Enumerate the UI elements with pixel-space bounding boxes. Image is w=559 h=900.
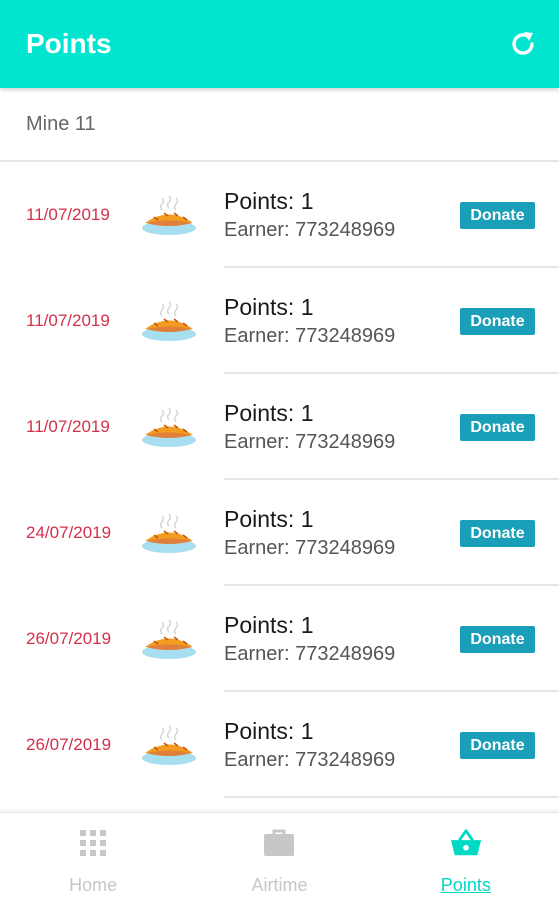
points-list-item: 26/07/2019 Points: 1 Earner: 773248969 D… — [0, 692, 559, 798]
pie-icon — [142, 195, 196, 235]
refresh-button[interactable] — [505, 26, 541, 62]
item-points: Points: 1 — [224, 612, 314, 638]
item-points: Points: 1 — [224, 718, 314, 744]
pie-icon — [142, 513, 196, 553]
points-list-item: 11/07/2019 Points: 1 Earner: 773248969 D… — [0, 162, 559, 268]
item-earner: Earner: 773248969 — [224, 537, 396, 559]
donate-button[interactable]: Donate — [460, 202, 535, 229]
donate-button[interactable]: Donate — [460, 520, 535, 547]
nav-item-points[interactable]: Points — [373, 813, 559, 900]
points-list-item: 26/07/2019 Points: 1 Earner: 773248969 D… — [0, 586, 559, 692]
pie-icon — [142, 301, 196, 341]
page-title: Points — [26, 28, 112, 59]
item-earner: Earner: 773248969 — [224, 749, 396, 771]
item-earner: Earner: 773248969 — [224, 431, 396, 453]
donate-button[interactable]: Donate — [460, 626, 535, 653]
item-earner: Earner: 773248969 — [224, 325, 396, 347]
donate-button[interactable]: Donate — [460, 732, 535, 759]
item-earner: Earner: 773248969 — [224, 219, 396, 241]
item-points: Points: 1 — [224, 400, 314, 426]
divider — [224, 796, 559, 798]
basket-icon — [450, 827, 482, 859]
donate-button[interactable]: Donate — [460, 308, 535, 335]
item-points: Points: 1 — [224, 506, 314, 532]
item-points: Points: 1 — [224, 294, 314, 320]
app-bar: Points — [0, 0, 559, 88]
nav-label-home: Home — [69, 875, 118, 895]
item-date: 26/07/2019 — [26, 735, 112, 754]
nav-label-airtime: Airtime — [251, 875, 308, 895]
points-list-item: 24/07/2019 Points: 1 Earner: 773248969 D… — [0, 480, 559, 586]
item-date: 11/07/2019 — [26, 205, 110, 224]
nav-item-airtime[interactable]: Airtime — [186, 813, 372, 900]
item-earner: Earner: 773248969 — [224, 643, 396, 665]
pie-icon — [142, 725, 196, 765]
item-points: Points: 1 — [224, 188, 314, 214]
donate-button[interactable]: Donate — [460, 414, 535, 441]
item-date: 26/07/2019 — [26, 629, 112, 648]
item-date: 11/07/2019 — [26, 311, 110, 330]
grid-icon — [77, 827, 109, 859]
item-date: 11/07/2019 — [26, 417, 110, 436]
item-date: 24/07/2019 — [26, 523, 112, 542]
points-list-item: 11/07/2019 Points: 1 Earner: 773248969 D… — [0, 268, 559, 374]
bottom-navigation: Home Airtime Points — [0, 812, 559, 900]
briefcase-icon — [263, 827, 295, 859]
points-list: 11/07/2019 Points: 1 Earner: 773248969 D… — [0, 162, 559, 798]
nav-label-points: Points — [440, 875, 491, 895]
points-list-item: 11/07/2019 Points: 1 Earner: 773248969 D… — [0, 374, 559, 480]
pie-icon — [142, 619, 196, 659]
nav-item-home[interactable]: Home — [0, 813, 186, 900]
refresh-icon — [512, 32, 534, 55]
pie-icon — [142, 407, 196, 447]
mine-count-header: Mine 11 — [0, 88, 559, 162]
